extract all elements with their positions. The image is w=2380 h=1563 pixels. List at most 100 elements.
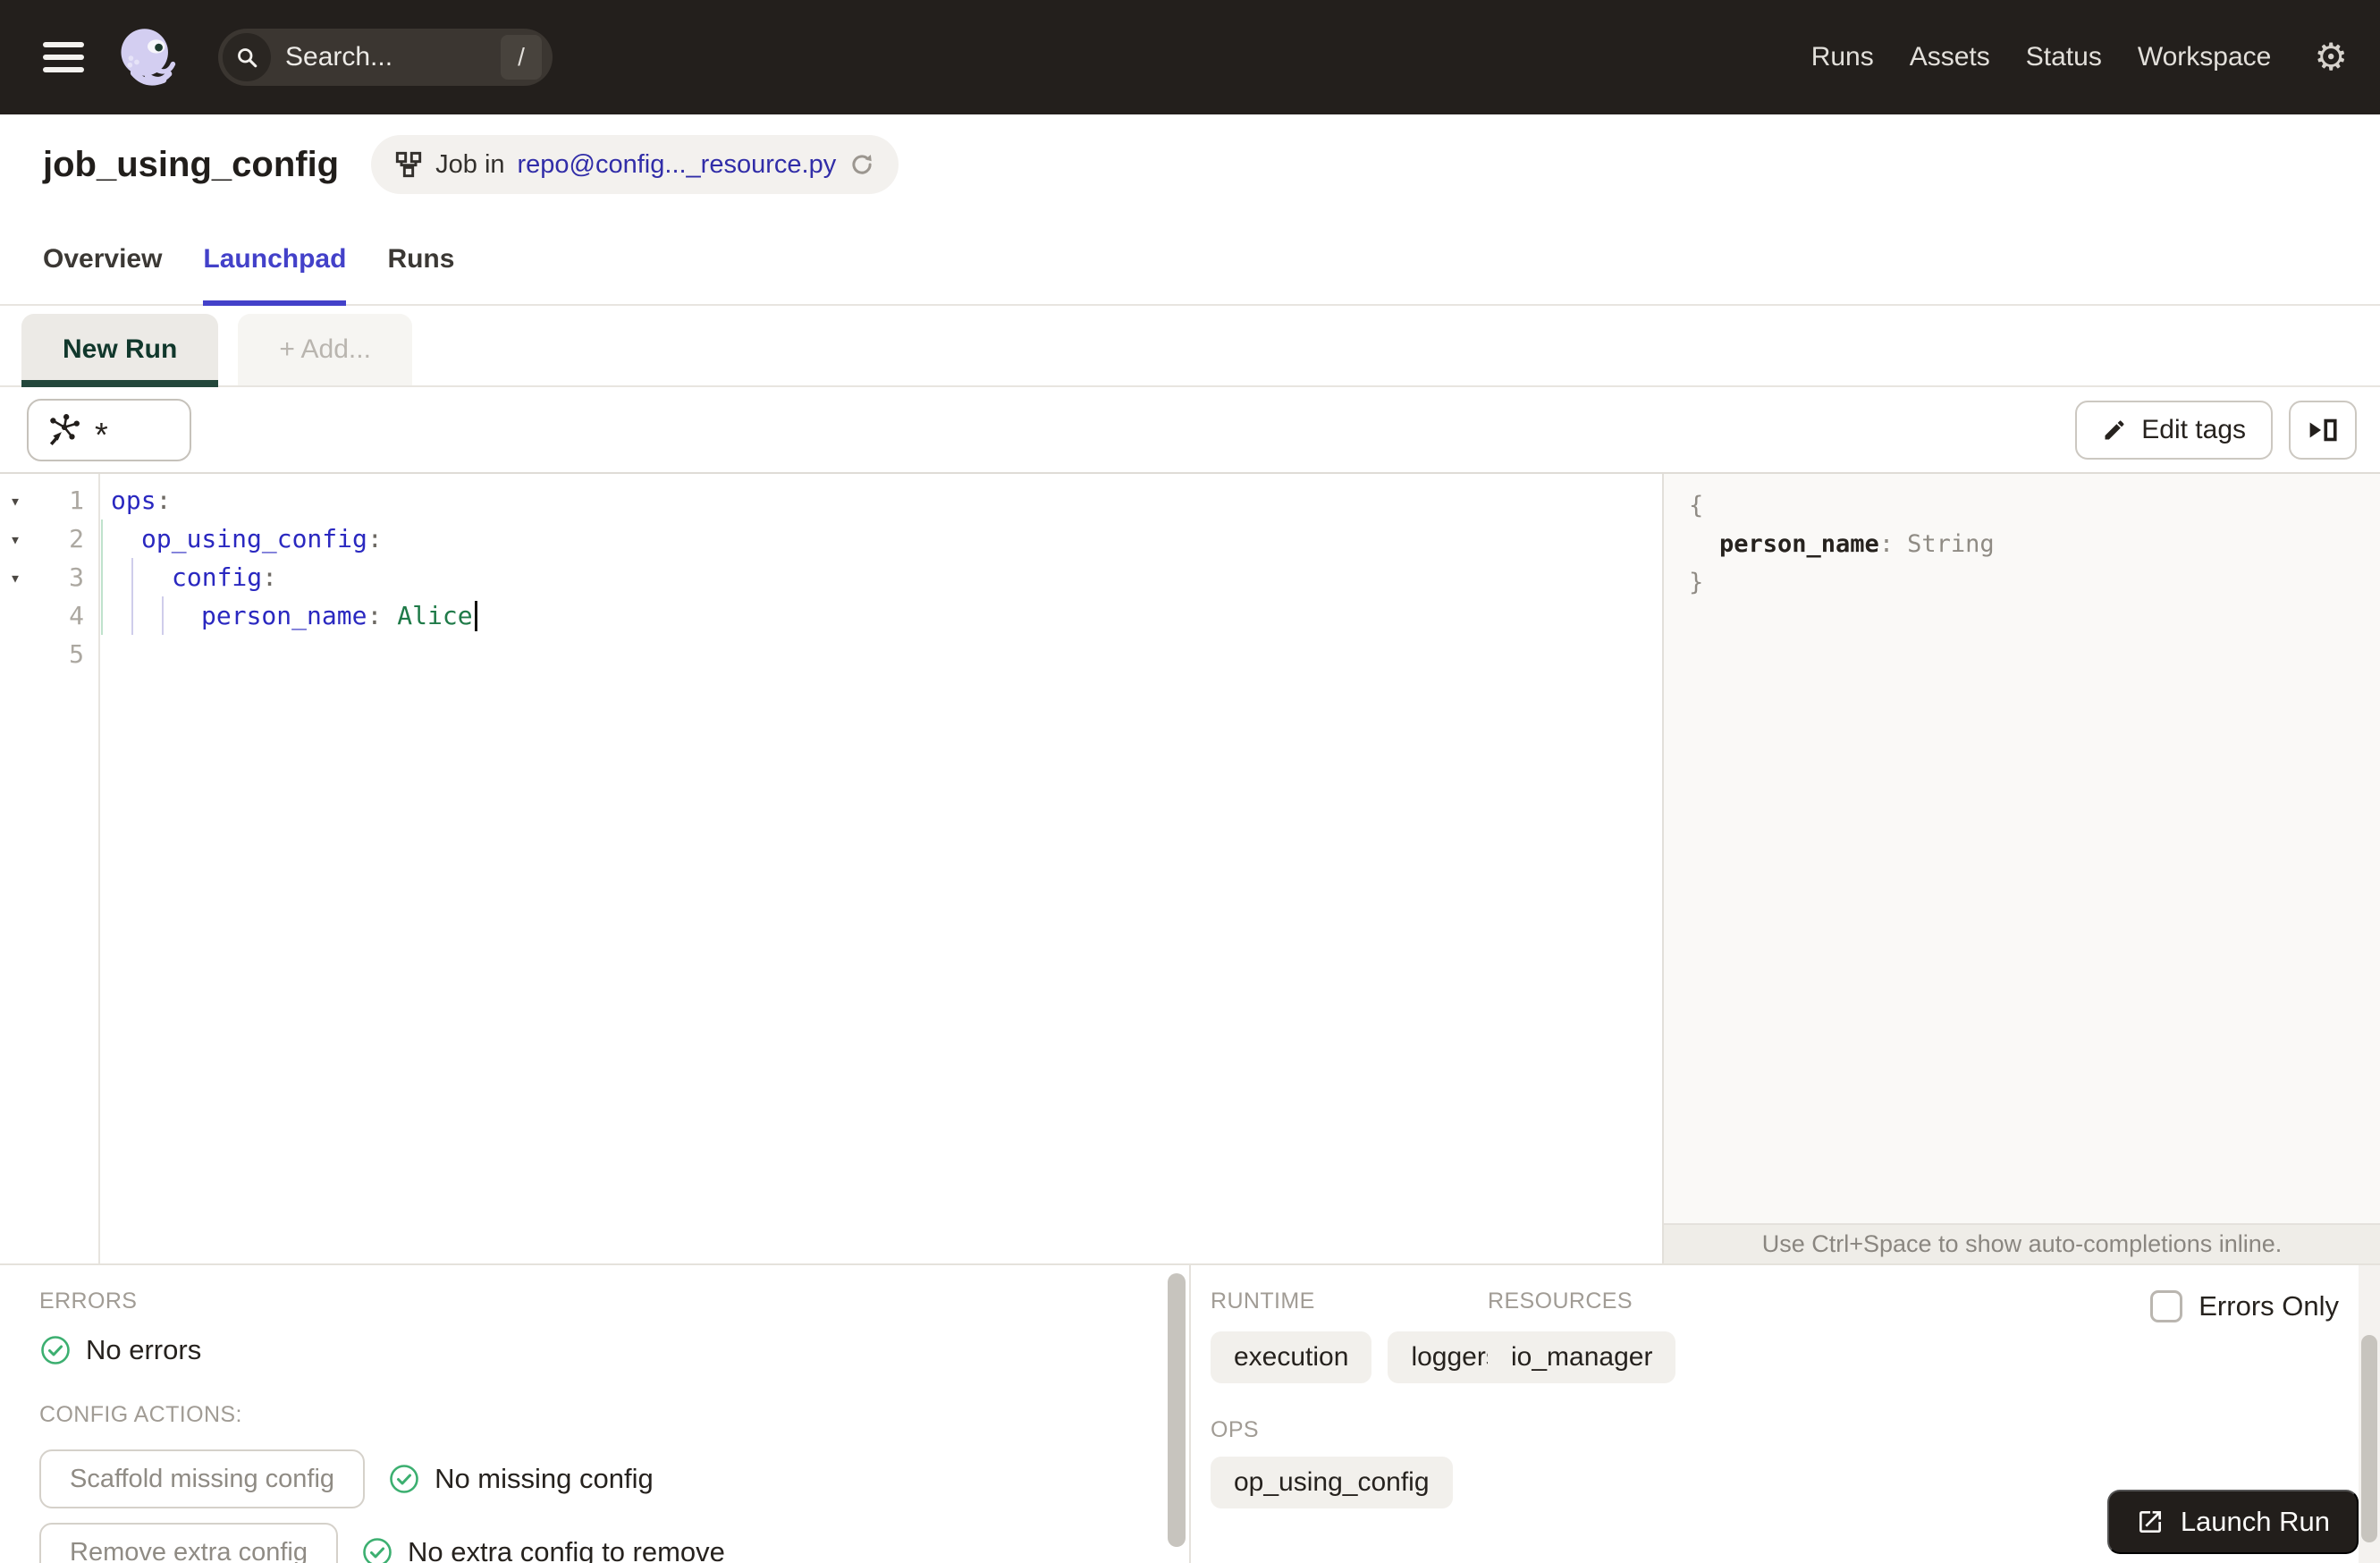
- yaml-key: config: [172, 562, 263, 592]
- bottom-panel: ERRORS No errors CONFIG ACTIONS: Scaffol…: [0, 1263, 2380, 1563]
- search-icon: [223, 33, 271, 81]
- split-panel-icon: [2309, 418, 2337, 441]
- editor-line: 3 config:: [0, 558, 1662, 596]
- schema-field-name[interactable]: person_name: [1719, 530, 1879, 558]
- tab-launchpad[interactable]: Launchpad: [203, 215, 347, 306]
- page-title: job_using_config: [43, 144, 340, 184]
- yaml-value: Alice: [397, 601, 473, 630]
- op-selector-value: *: [95, 417, 108, 455]
- fold-arrow-icon[interactable]: [0, 567, 30, 588]
- chip-op-using-config[interactable]: op_using_config: [1211, 1457, 1453, 1508]
- line-number: 3: [69, 562, 84, 592]
- header-nav: Runs Assets Status Workspace ⚙: [1811, 38, 2348, 76]
- errors-only-label: Errors Only: [2199, 1290, 2339, 1322]
- scaffold-missing-config-button[interactable]: Scaffold missing config: [39, 1449, 366, 1508]
- check-circle-icon: [41, 1336, 70, 1364]
- ops-label: OPS: [1211, 1417, 1259, 1442]
- edit-tags-button[interactable]: Edit tags: [2075, 400, 2273, 460]
- resources-chips: io_manager: [1488, 1331, 1676, 1383]
- job-graph-icon: [395, 151, 422, 178]
- line-number: 4: [69, 601, 84, 630]
- search-input[interactable]: Search... /: [218, 29, 553, 86]
- toggle-second-panel-button[interactable]: [2289, 400, 2357, 460]
- pencil-icon: [2105, 419, 2124, 439]
- sections-panel: RUNTIME execution loggers RESOURCES io_m…: [1193, 1265, 2380, 1563]
- extra-config-status: No extra config to remove: [407, 1536, 725, 1563]
- editor-line: 4 person_name: Alice: [0, 596, 1662, 635]
- op-selector-input[interactable]: *: [27, 398, 191, 461]
- yaml-key: op_using_config: [141, 524, 367, 553]
- launch-run-label: Launch Run: [2180, 1506, 2330, 1537]
- chip-execution[interactable]: execution: [1211, 1331, 1372, 1383]
- editor-line: 2 op_using_config:: [0, 520, 1662, 558]
- editor-line: 1 ops:: [0, 481, 1662, 520]
- launchpad-session-tabs: New Run + Add...: [0, 306, 2380, 387]
- config-action-row: Scaffold missing config No missing confi…: [39, 1449, 1163, 1508]
- runtime-label: RUNTIME: [1211, 1288, 1315, 1314]
- ops-chips: op_using_config: [1211, 1457, 1453, 1508]
- launchpad-toolbar: * Edit tags: [0, 387, 2380, 474]
- nav-item-workspace[interactable]: Workspace: [2138, 42, 2272, 72]
- config-workspace: 1 ops: 2 op_using_config: 3 config: 4 pe…: [0, 474, 2380, 1263]
- schema-brace: }: [1689, 569, 1704, 596]
- remove-extra-config-button[interactable]: Remove extra config: [39, 1523, 338, 1563]
- errors-panel-scrollbar[interactable]: [1163, 1265, 1191, 1563]
- errors-only-checkbox[interactable]: [2150, 1290, 2183, 1322]
- schema-field-type: String: [1907, 530, 1995, 558]
- scrollbar-thumb[interactable]: [2361, 1335, 2377, 1542]
- menu-icon[interactable]: [43, 42, 84, 72]
- editor-line: 5: [0, 635, 1662, 673]
- reload-icon[interactable]: [848, 151, 875, 178]
- code-area: 1 ops: 2 op_using_config: 3 config: 4 pe…: [0, 481, 1662, 673]
- top-header: Search... / Runs Assets Status Workspace…: [0, 0, 2380, 114]
- errors-status-text: No errors: [86, 1334, 202, 1365]
- dagster-logo-icon[interactable]: [116, 26, 179, 89]
- job-badge-prefix: Job in: [435, 149, 505, 179]
- line-number: 5: [69, 639, 84, 669]
- runtime-chips: execution loggers: [1211, 1331, 1523, 1383]
- launch-run-button[interactable]: Launch Run: [2106, 1490, 2359, 1554]
- errors-label: ERRORS: [39, 1288, 138, 1314]
- fold-arrow-icon[interactable]: [0, 528, 30, 550]
- fold-arrow-icon[interactable]: [0, 490, 30, 511]
- job-tabs: Overview Launchpad Runs: [0, 215, 2380, 306]
- edit-tags-label: Edit tags: [2141, 414, 2246, 444]
- config-editor[interactable]: 1 ops: 2 op_using_config: 3 config: 4 pe…: [0, 474, 1664, 1263]
- errors-only-control: Errors Only: [2150, 1290, 2339, 1322]
- scrollbar-thumb[interactable]: [1168, 1273, 1186, 1547]
- job-repo-link[interactable]: repo@config..._resource.py: [518, 150, 837, 180]
- session-tab-new-run[interactable]: New Run: [21, 314, 219, 387]
- line-number: 2: [69, 524, 84, 553]
- nav-item-assets[interactable]: Assets: [1910, 42, 1990, 72]
- errors-status-row: No errors: [39, 1334, 1163, 1366]
- config-action-row: Remove extra config No extra config to r…: [39, 1523, 1163, 1563]
- chip-io-manager[interactable]: io_manager: [1488, 1331, 1676, 1383]
- op-graph-icon: [49, 413, 80, 445]
- check-circle-icon: [390, 1465, 418, 1493]
- yaml-key: ops: [111, 486, 156, 515]
- search-shortcut-key: /: [501, 35, 542, 80]
- nav-item-status[interactable]: Status: [2026, 42, 2102, 72]
- schema-code: { person_name: String }: [1689, 492, 1995, 596]
- missing-config-status: No missing config: [435, 1463, 654, 1494]
- resources-label: RESOURCES: [1488, 1288, 1633, 1314]
- sections-panel-scrollbar[interactable]: [2359, 1265, 2380, 1563]
- yaml-key: person_name: [201, 601, 367, 630]
- gear-icon[interactable]: ⚙: [2314, 38, 2348, 76]
- autocomplete-hint: Use Ctrl+Space to show auto-completions …: [1664, 1223, 2380, 1263]
- tab-overview[interactable]: Overview: [43, 215, 162, 304]
- tab-runs[interactable]: Runs: [387, 215, 454, 304]
- nav-item-runs[interactable]: Runs: [1811, 42, 1874, 72]
- line-number: 1: [69, 486, 84, 515]
- config-schema-panel: { person_name: String } Use Ctrl+Space to…: [1664, 474, 2380, 1263]
- toolbar-right: Edit tags: [2075, 400, 2357, 460]
- job-origin-badge: Job in repo@config..._resource.py: [371, 135, 899, 194]
- launch-icon: [2139, 1511, 2161, 1533]
- check-circle-icon: [363, 1538, 392, 1563]
- dagster-launchpad-page: Search... / Runs Assets Status Workspace…: [0, 0, 2380, 1563]
- errors-panel: ERRORS No errors CONFIG ACTIONS: Scaffol…: [0, 1265, 1163, 1563]
- schema-brace: {: [1689, 492, 1704, 520]
- config-actions-label: CONFIG ACTIONS:: [39, 1402, 242, 1427]
- session-tab-add[interactable]: + Add...: [238, 314, 412, 385]
- text-cursor: [474, 600, 477, 631]
